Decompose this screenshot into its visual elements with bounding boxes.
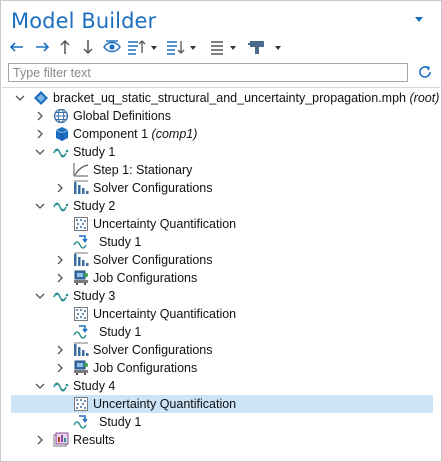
study-3-solver-label: Solver Configurations [93,343,213,357]
study-reference-icon [73,414,89,430]
study-3-job-label: Job Configurations [93,361,198,375]
study-2-ref-label: Study 1 [99,235,142,249]
build-menu-icon[interactable] [248,37,284,57]
filter-input[interactable] [8,63,408,82]
solver-configurations-icon [73,342,89,358]
tree-node-study-4-study-ref[interactable]: Study 1 [1,413,441,431]
tree-node-study-1-step-1[interactable]: Step 1: Stationary [1,161,441,179]
refresh-icon[interactable] [417,64,433,80]
toolbar [9,37,439,57]
tree-node-study-1[interactable]: Study 1 [1,143,441,161]
study-icon [53,144,69,160]
study-reference-icon [73,324,89,340]
tree-node-study-2-uq[interactable]: Uncertainty Quantification [1,215,441,233]
tree-node-results[interactable]: Results [1,431,441,449]
study-icon [53,198,69,214]
study-4-uq-label: Uncertainty Quantification [93,397,237,411]
study-1-label: Study 1 [73,145,116,159]
back-arrow-icon[interactable] [9,37,25,57]
results-icon [53,432,69,447]
study-3-ref-label: Study 1 [99,325,142,339]
tree-node-global-definitions[interactable]: Global Definitions [1,107,441,125]
collapse-chevron-icon[interactable] [34,200,46,212]
study-4-label: Study 4 [73,379,116,393]
uncertainty-quantification-icon [73,216,89,232]
study-3-label: Study 3 [73,289,116,303]
expand-chevron-icon[interactable] [34,434,46,446]
panel-menu-icon[interactable] [414,14,424,24]
component-1-label: Component 1 [73,127,149,141]
panel-title: Model Builder [11,9,157,33]
study-2-label: Study 2 [73,199,116,213]
expand-chevron-icon[interactable] [34,128,46,140]
expand-chevron-icon[interactable] [54,362,66,374]
global-definitions-label: Global Definitions [73,109,171,123]
divider [2,87,442,88]
expand-chevron-icon[interactable] [54,254,66,266]
filter-row [8,63,436,83]
collapse-chevron-icon[interactable] [34,146,46,158]
study-4-ref-label: Study 1 [99,415,142,429]
study-1-solver-label: Solver Configurations [93,181,213,195]
mph-file-icon [34,91,48,105]
tree-node-study-3[interactable]: Study 3 [1,287,441,305]
tree-node-study-3-solver-configurations[interactable]: Solver Configurations [1,341,441,359]
root-label: bracket_uq_static_structural_and_uncerta… [53,91,407,105]
globe-icon [53,108,69,124]
tree-node-study-3-study-ref[interactable]: Study 1 [1,323,441,341]
collapse-menu-icon[interactable] [126,37,158,57]
collapse-chevron-icon[interactable] [34,380,46,392]
expand-chevron-icon[interactable] [54,182,66,194]
collapse-chevron-icon[interactable] [14,92,26,104]
job-configurations-icon [73,270,89,286]
stationary-step-icon [73,162,89,178]
tree-node-study-2-job-configurations[interactable]: Job Configurations [1,269,441,287]
solver-configurations-icon [73,252,89,268]
tree-node-study-1-solver-configurations[interactable]: Solver Configurations [1,179,441,197]
tree-node-root[interactable]: bracket_uq_static_structural_and_uncerta… [1,89,441,107]
tree-node-study-3-job-configurations[interactable]: Job Configurations [1,359,441,377]
collapse-chevron-icon[interactable] [34,290,46,302]
tree-node-study-4[interactable]: Study 4 [1,377,441,395]
job-configurations-icon [73,360,89,376]
study-reference-icon [73,234,89,250]
study-2-solver-label: Solver Configurations [93,253,213,267]
study-1-step-1-label: Step 1: Stationary [93,163,193,177]
solver-configurations-icon [73,180,89,196]
study-3-uq-label: Uncertainty Quantification [93,307,237,321]
expand-chevron-icon[interactable] [54,272,66,284]
expand-chevron-icon[interactable] [34,110,46,122]
root-tag: (root) [409,91,440,105]
move-up-icon[interactable] [58,37,72,57]
move-down-icon[interactable] [81,37,95,57]
component-1-tag: (comp1) [151,127,198,141]
uncertainty-quantification-icon [73,306,89,322]
tree-node-study-4-uq-selected[interactable]: Uncertainty Quantification [11,395,433,413]
view-menu-icon[interactable] [209,37,241,57]
forward-arrow-icon[interactable] [34,37,50,57]
tree-node-study-3-uq[interactable]: Uncertainty Quantification [1,305,441,323]
component-icon [55,127,69,141]
tree-node-component-1[interactable]: Component 1 (comp1) [1,125,441,143]
expand-chevron-icon[interactable] [54,344,66,356]
study-2-job-label: Job Configurations [93,271,198,285]
results-label: Results [73,433,115,447]
tree-node-study-2-solver-configurations[interactable]: Solver Configurations [1,251,441,269]
panel-title-bar: Model Builder [1,1,441,35]
tree-node-study-2[interactable]: Study 2 [1,197,441,215]
study-icon [53,288,69,304]
study-2-uq-label: Uncertainty Quantification [93,217,237,231]
model-builder-panel: Model Builder Type filter text bracket_u… [0,0,442,462]
uncertainty-quantification-icon [73,396,89,412]
show-icon[interactable] [103,37,121,57]
expand-menu-icon[interactable] [165,37,197,57]
tree-node-study-2-study-ref[interactable]: Study 1 [1,233,441,251]
study-icon [53,378,69,394]
